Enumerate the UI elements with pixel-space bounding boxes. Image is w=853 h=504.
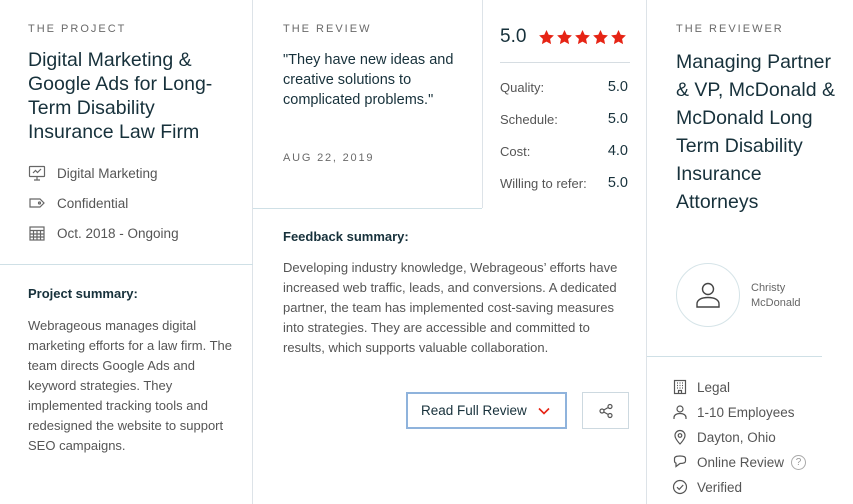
review-divider [253,208,482,209]
user-avatar-icon [696,282,720,308]
reviewer-meta-location-text: Dayton, Ohio [697,429,776,445]
rating-value-schedule: 5.0 [607,111,628,127]
rating-stars [538,29,628,46]
overall-rating-value: 5.0 [500,26,527,47]
rating-row-cost: Cost: 4.0 [500,143,628,159]
location-pin-icon [674,429,686,445]
project-title: Digital Marketing & Google Ads for Long-… [28,49,213,143]
review-column: THE REVIEW "They have new ideas and crea… [253,0,646,504]
reviewer-meta-review-type-text: Online Review [697,454,785,470]
avatar [676,263,740,327]
user-icon [673,405,687,419]
reviewer-name: Christy McDonald [751,282,801,309]
chat-bubble-icon [673,455,687,468]
project-eyebrow: THE PROJECT [28,23,127,35]
rating-label-schedule: Schedule: [500,111,558,127]
star-icon [593,29,609,44]
ratings-box: 5.0 Quality: 5.0 Schedule: 5.0 Cost: 4.0… [482,0,646,208]
ratings-divider [500,62,630,63]
share-icon [598,403,613,418]
check-circle-icon [672,479,688,495]
project-meta-list: Digital Marketing Confidential Oct. 2018… [28,163,243,253]
review-eyebrow: THE REVIEW [283,23,372,35]
reviewer-meta-industry-text: Legal [697,379,731,395]
feedback-summary-text: Developing industry knowledge, Webrageou… [283,260,618,355]
rating-row-schedule: Schedule: 5.0 [500,111,628,127]
rating-value-cost: 4.0 [607,143,628,159]
project-meta-dates-text: Oct. 2018 - Ongoing [57,225,179,241]
help-icon[interactable]: ? [791,454,807,470]
calendar-icon [29,226,45,241]
presentation-icon [28,165,46,181]
review-date: AUG 22, 2019 [283,152,375,164]
project-meta-dates: Oct. 2018 - Ongoing [28,223,243,243]
project-meta-budget-text: Confidential [57,195,129,211]
reviewer-meta-location: Dayton, Ohio [672,427,847,447]
reviewer-meta-size: 1-10 Employees [672,402,847,422]
reviewer-meta-verified: Verified [672,477,847,497]
rating-row-quality: Quality: 5.0 [500,79,628,95]
reviewer-divider [647,356,822,357]
reviewer-meta-verified-text: Verified [697,479,743,495]
reviewer-title: Managing Partner & VP, McDonald & McDona… [676,51,835,213]
star-icon [611,29,627,44]
star-icon [539,29,555,44]
project-summary-heading: Project summary: [28,286,138,301]
reviewer-meta-industry: Legal [672,377,847,397]
reviewer-meta-size-text: 1-10 Employees [697,404,795,420]
rating-label-quality: Quality: [500,79,545,95]
chevron-down-icon [538,407,550,415]
rating-value-willing-to-refer: 5.0 [607,175,628,191]
overall-rating: 5.0 [500,26,628,48]
rating-label-cost: Cost: [500,143,531,159]
reviewer-column: THE REVIEWER Managing Partner & VP, McDo… [646,0,853,504]
project-meta-service: Digital Marketing [28,163,243,183]
rating-row-willing-to-refer: Willing to refer: 5.0 [500,175,628,191]
project-summary-text: Webrageous manages digital marketing eff… [28,318,232,453]
star-icon [575,29,591,44]
reviewer-eyebrow: THE REVIEWER [676,23,784,35]
project-divider [0,264,253,265]
rating-label-willing-to-refer: Willing to refer: [500,175,587,191]
review-quote-box: THE REVIEW "They have new ideas and crea… [253,0,482,208]
project-meta-budget: Confidential [28,193,243,213]
share-button[interactable] [582,392,629,429]
tag-icon [29,198,45,208]
star-icon [557,29,573,44]
project-meta-service-text: Digital Marketing [57,165,158,181]
read-full-review-label: Read Full Review [421,403,527,418]
review-quote: "They have new ideas and creative soluti… [283,52,454,108]
reviewer-meta-list: Legal 1-10 Employees Dayton, Ohio Online… [672,377,847,502]
project-column: THE PROJECT Digital Marketing & Google A… [0,0,253,504]
reviewer-meta-review-type: Online Review ? [672,452,847,472]
feedback-summary-heading: Feedback summary: [283,229,409,244]
read-full-review-button[interactable]: Read Full Review [406,392,567,429]
rating-value-quality: 5.0 [607,79,628,95]
building-icon [673,379,687,395]
